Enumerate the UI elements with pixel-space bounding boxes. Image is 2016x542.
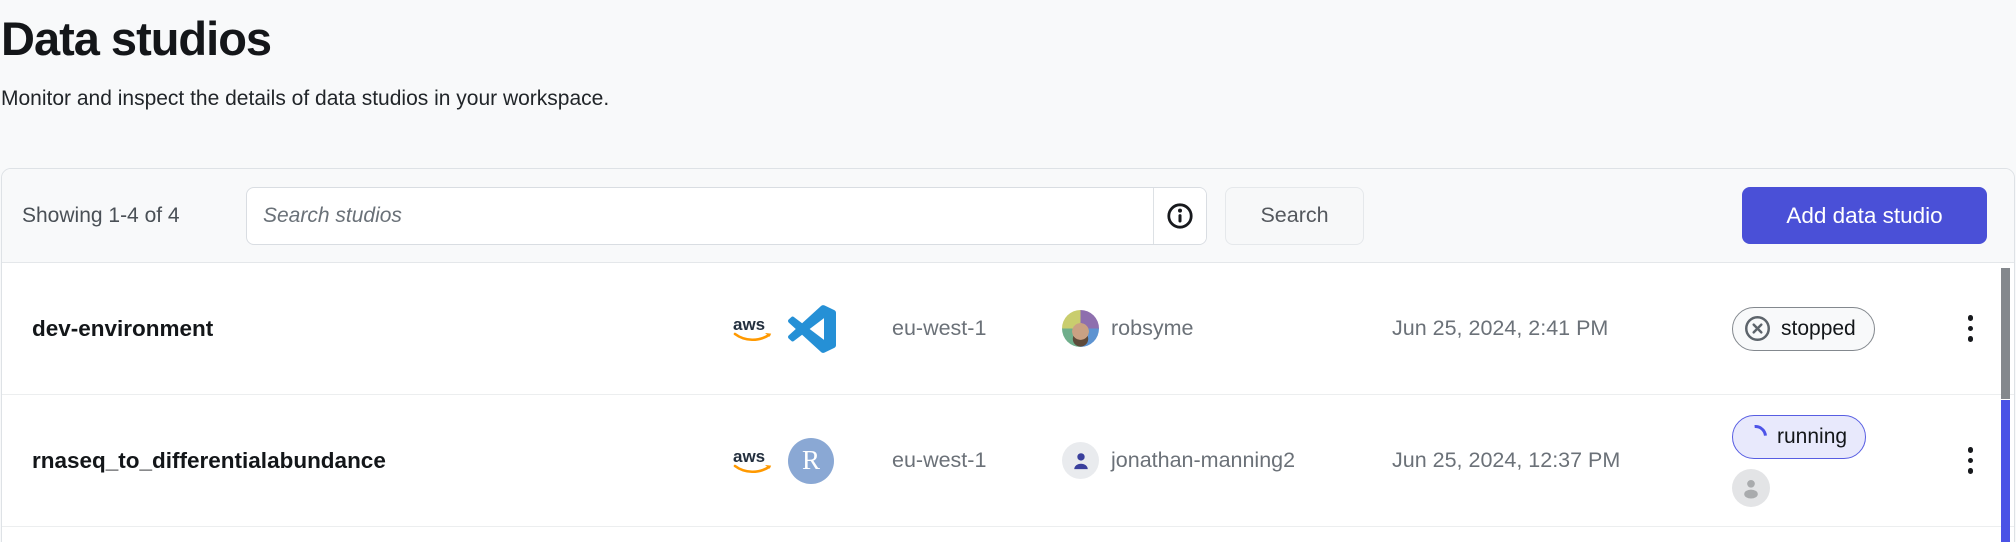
status-label: stopped bbox=[1781, 317, 1856, 341]
page-header: Data studios Monitor and inspect the det… bbox=[0, 0, 2016, 111]
user-avatar bbox=[1062, 442, 1099, 479]
generic-user-icon bbox=[1737, 474, 1765, 502]
info-icon bbox=[1166, 202, 1194, 230]
studio-name-link[interactable]: dev-environment bbox=[32, 316, 732, 342]
table-row[interactable]: dev-environment aws eu-west-1 robsyme Ju… bbox=[2, 263, 2014, 395]
svg-text:aws: aws bbox=[733, 447, 765, 466]
scrollbar-thumb-active[interactable] bbox=[2001, 400, 2010, 542]
status-cell: stopped bbox=[1732, 307, 1947, 351]
spinner-icon bbox=[1739, 420, 1771, 452]
region-label: eu-west-1 bbox=[892, 448, 1062, 473]
user-cell: jonathan-manning2 bbox=[1062, 442, 1392, 479]
row-menu-button[interactable] bbox=[1962, 309, 1980, 348]
page-subtitle: Monitor and inspect the details of data … bbox=[1, 87, 2016, 111]
add-data-studio-button[interactable]: Add data studio bbox=[1742, 187, 1987, 244]
search-input-group bbox=[246, 187, 1207, 245]
aws-icon: aws bbox=[732, 314, 778, 344]
generic-user-icon bbox=[1068, 448, 1094, 474]
row-menu-button[interactable] bbox=[1962, 441, 1980, 480]
table-row[interactable]: rnaseq_to_differentialabundance aws R eu… bbox=[2, 395, 2014, 527]
compute-env-icons: aws bbox=[732, 305, 892, 353]
status-label: running bbox=[1777, 425, 1847, 449]
showing-count-label: Showing 1-4 of 4 bbox=[22, 204, 227, 228]
search-input[interactable] bbox=[247, 188, 1153, 244]
user-name: robsyme bbox=[1111, 316, 1193, 341]
status-badge: running bbox=[1732, 415, 1866, 459]
scrollbar-thumb[interactable] bbox=[2001, 268, 2010, 399]
vscode-icon bbox=[788, 305, 836, 353]
studio-name-link[interactable]: rnaseq_to_differentialabundance bbox=[32, 448, 732, 474]
svg-text:aws: aws bbox=[733, 315, 765, 334]
created-date: Jun 25, 2024, 2:41 PM bbox=[1392, 316, 1732, 341]
data-studios-page: Data studios Monitor and inspect the det… bbox=[0, 0, 2016, 542]
compute-env-icons: aws R bbox=[732, 438, 892, 484]
search-button[interactable]: Search bbox=[1225, 187, 1364, 245]
studios-table-card: Showing 1-4 of 4 Search Add data studio … bbox=[1, 168, 2015, 542]
created-date: Jun 25, 2024, 12:37 PM bbox=[1392, 448, 1732, 473]
user-avatar bbox=[1062, 310, 1099, 347]
status-badge: stopped bbox=[1732, 307, 1875, 351]
user-name: jonathan-manning2 bbox=[1111, 448, 1295, 473]
session-user-avatar bbox=[1732, 469, 1770, 507]
search-info-button[interactable] bbox=[1153, 188, 1206, 244]
region-label: eu-west-1 bbox=[892, 316, 1062, 341]
page-title: Data studios bbox=[1, 10, 2016, 69]
aws-icon: aws bbox=[732, 446, 778, 476]
circle-x-icon bbox=[1744, 315, 1771, 342]
user-cell: robsyme bbox=[1062, 310, 1392, 347]
status-cell: running bbox=[1732, 415, 1947, 507]
table-toolbar: Showing 1-4 of 4 Search Add data studio bbox=[2, 169, 2014, 263]
r-icon: R bbox=[788, 438, 834, 484]
